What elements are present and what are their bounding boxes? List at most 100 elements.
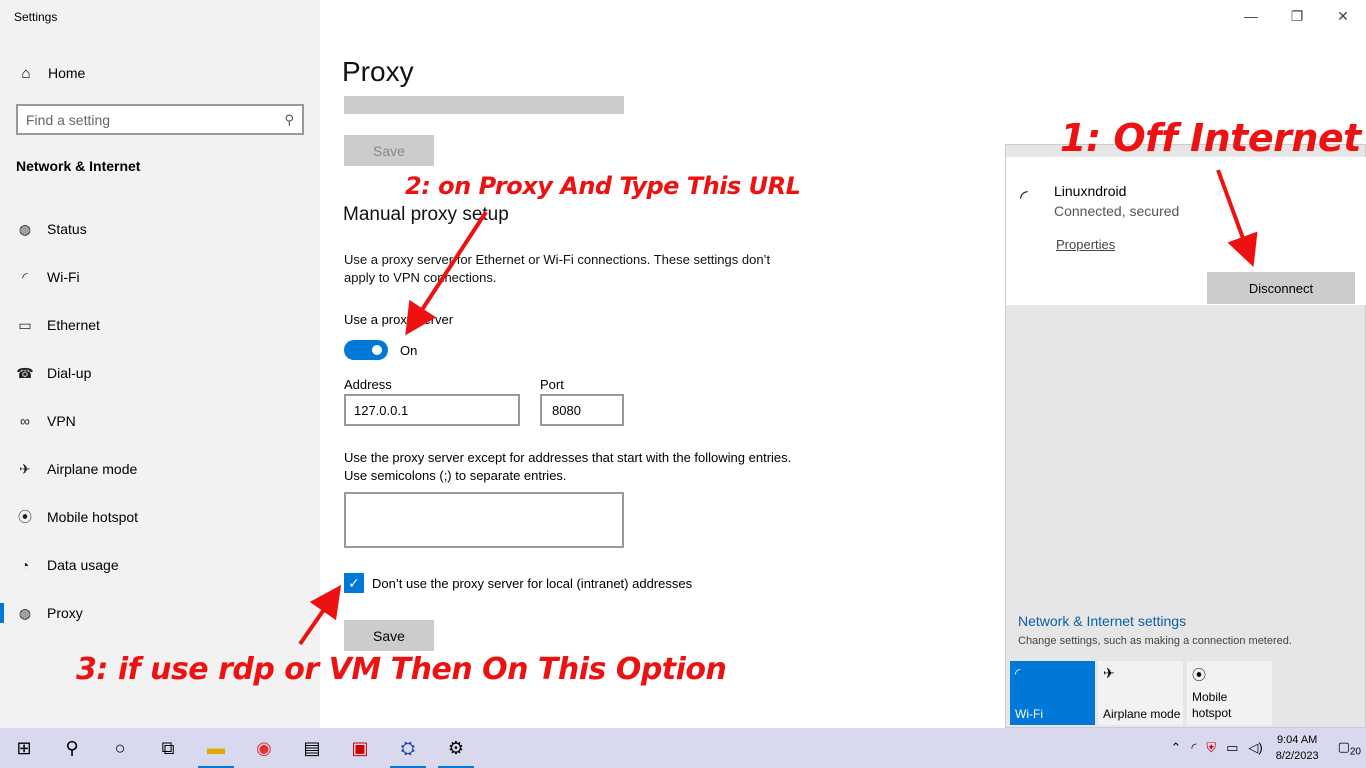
- section-title: Network & Internet: [16, 158, 141, 174]
- quick-action-label: Airplane mode: [1103, 707, 1181, 721]
- task-view-icon[interactable]: ⧉: [144, 728, 192, 768]
- sidebar-item-status[interactable]: ◍ Status: [0, 205, 320, 253]
- local-addresses-label: Don’t use the proxy server for local (in…: [372, 576, 693, 591]
- system-tray: ⌃ ◜ ⛨ ▭ ◁) 9:04 AM 8/2/2023 ▢20: [1165, 728, 1366, 768]
- annotation-step-1: 1: Off Internet: [1060, 116, 1361, 160]
- recorder-app-icon[interactable]: ▣: [336, 728, 384, 768]
- airplane-icon: ✈: [1103, 665, 1115, 681]
- sidebar-item-label: Airplane mode: [47, 461, 138, 477]
- globe-icon: ◍: [18, 220, 32, 237]
- quick-action-hotspot[interactable]: ⦿ Mobile hotspot: [1187, 661, 1272, 725]
- quick-action-airplane[interactable]: ✈ Airplane mode: [1098, 661, 1183, 725]
- exceptions-textarea[interactable]: [344, 492, 624, 548]
- use-proxy-toggle[interactable]: [344, 340, 388, 360]
- use-proxy-label: Use a proxy server: [344, 312, 454, 327]
- restore-icon[interactable]: ❐: [1274, 0, 1320, 32]
- clock-date: 8/2/2023: [1275, 750, 1319, 762]
- sidebar-item-airplane[interactable]: ✈ Airplane mode: [0, 445, 320, 493]
- volume-icon[interactable]: ◁): [1248, 740, 1262, 756]
- taskbar: ⊞ ⚲ ○ ⧉ ▬ ◉ ▤ ▣ ⛭ ⚙ ⌃ ◜ ⛨ ▭ ◁) 9:04 AM 8…: [0, 728, 1366, 768]
- disconnect-button[interactable]: Disconnect: [1207, 272, 1355, 304]
- notifications-icon[interactable]: ▢20: [1338, 739, 1361, 758]
- quick-action-label: Wi-Fi: [1015, 707, 1043, 721]
- wifi-icon: ◜: [22, 268, 28, 285]
- properties-link[interactable]: Properties: [1056, 237, 1115, 252]
- minimize-icon[interactable]: —: [1228, 0, 1274, 32]
- wifi-icon: ◜: [1015, 665, 1021, 681]
- network-status: Connected, secured: [1054, 203, 1180, 219]
- annotation-step-3: 3: if use rdp or VM Then On This Option: [76, 652, 727, 687]
- network-app-icon[interactable]: ⛭: [384, 728, 432, 768]
- network-settings-subtitle: Change settings, such as making a connec…: [1018, 635, 1292, 647]
- local-addresses-checkbox[interactable]: ✓: [344, 573, 364, 593]
- hotspot-icon: ⦿: [1192, 667, 1206, 683]
- port-label: Port: [540, 377, 564, 392]
- manual-proxy-title: Manual proxy setup: [343, 204, 509, 225]
- sidebar-item-wifi[interactable]: ◜ Wi-Fi: [0, 253, 320, 301]
- shield-icon[interactable]: ⛨: [1206, 740, 1216, 756]
- sidebar-item-ethernet[interactable]: ▭ Ethernet: [0, 301, 320, 349]
- network-tray-icon[interactable]: ◜: [1191, 740, 1196, 756]
- sidebar-item-proxy[interactable]: ◍ Proxy: [0, 589, 320, 637]
- close-icon[interactable]: ✕: [1320, 0, 1366, 32]
- toggle-state: On: [400, 343, 418, 358]
- home-label: Home: [48, 65, 86, 81]
- wifi-signal-icon: ◜: [1020, 187, 1028, 209]
- home-link[interactable]: ⌂ Home: [16, 62, 85, 84]
- start-icon[interactable]: ⊞: [0, 728, 48, 768]
- chrome-icon[interactable]: ◉: [240, 728, 288, 768]
- chevron-up-icon[interactable]: ⌃: [1170, 740, 1181, 756]
- cortana-icon[interactable]: ○: [96, 728, 144, 768]
- network-name: Linuxndroid: [1054, 183, 1127, 199]
- page-title: Proxy: [342, 56, 414, 87]
- file-explorer-icon[interactable]: ▬: [192, 728, 240, 768]
- sidebar-item-label: VPN: [47, 413, 76, 429]
- proxy-globe-icon: ◍: [18, 604, 32, 621]
- ethernet-icon: ▭: [18, 316, 32, 333]
- exceptions-description: Use the proxy server except for addresse…: [344, 450, 792, 483]
- sidebar-item-label: Ethernet: [47, 317, 100, 333]
- save-button[interactable]: Save: [344, 620, 434, 651]
- search-icon[interactable]: ⚲: [48, 728, 96, 768]
- window-controls: — ❐ ✕: [1228, 0, 1366, 32]
- address-input[interactable]: 127.0.0.1: [344, 394, 520, 426]
- script-address-field[interactable]: [344, 96, 624, 114]
- airplane-icon: ✈: [19, 460, 31, 477]
- data-usage-icon: ◔: [20, 557, 30, 573]
- sidebar-item-vpn[interactable]: ∞ VPN: [0, 397, 320, 445]
- network-settings-link[interactable]: Network & Internet settings: [1018, 613, 1186, 629]
- notification-count: 20: [1349, 746, 1361, 758]
- search-icon: ⚲: [284, 111, 294, 127]
- network-card[interactable]: ◜ Linuxndroid Connected, secured Propert…: [1006, 157, 1366, 305]
- sidebar-item-label: Status: [47, 221, 87, 237]
- search-placeholder: Find a setting: [26, 111, 111, 128]
- sidebar-item-label: Data usage: [47, 557, 119, 573]
- search-input[interactable]: Find a setting ⚲: [16, 104, 304, 135]
- manual-proxy-description: Use a proxy server for Ethernet or Wi-Fi…: [344, 252, 771, 285]
- battery-icon[interactable]: ▭: [1226, 740, 1238, 756]
- annotation-step-2: 2: on Proxy And Type This URL: [405, 172, 801, 200]
- app-title: Settings: [14, 10, 58, 24]
- sidebar-item-label: Proxy: [47, 605, 83, 621]
- sidebar: Settings ⌂ Home Find a setting ⚲ Network…: [0, 0, 320, 728]
- quick-action-wifi[interactable]: ◜ Wi-Fi: [1010, 661, 1095, 725]
- sidebar-item-hotspot[interactable]: ⦿ Mobile hotspot: [0, 493, 320, 541]
- sidebar-nav: ◍ Status ◜ Wi-Fi ▭ Ethernet ☎ Dial-up ∞ VPN ✈…: [0, 205, 320, 637]
- port-input[interactable]: 8080: [540, 394, 624, 426]
- dialup-icon: ☎: [16, 364, 34, 381]
- sidebar-item-dialup[interactable]: ☎ Dial-up: [0, 349, 320, 397]
- sidebar-item-label: Wi-Fi: [47, 269, 80, 285]
- network-flyout: ◜ Linuxndroid Connected, secured Propert…: [1005, 144, 1366, 728]
- hotspot-icon: ⦿: [18, 509, 32, 525]
- vpn-icon: ∞: [20, 413, 30, 429]
- settings-icon[interactable]: ⚙: [432, 728, 480, 768]
- quick-action-label: Mobile hotspot: [1192, 690, 1232, 720]
- sidebar-item-label: Mobile hotspot: [47, 509, 139, 525]
- home-icon: ⌂: [21, 64, 31, 82]
- clock-time: 9:04 AM: [1276, 734, 1318, 746]
- clock[interactable]: 9:04 AM 8/2/2023: [1276, 732, 1319, 764]
- save-button-top[interactable]: Save: [344, 135, 434, 166]
- sidebar-item-data-usage[interactable]: ◔ Data usage: [0, 541, 320, 589]
- address-label: Address: [344, 377, 392, 392]
- monitor-app-icon[interactable]: ▤: [288, 728, 336, 768]
